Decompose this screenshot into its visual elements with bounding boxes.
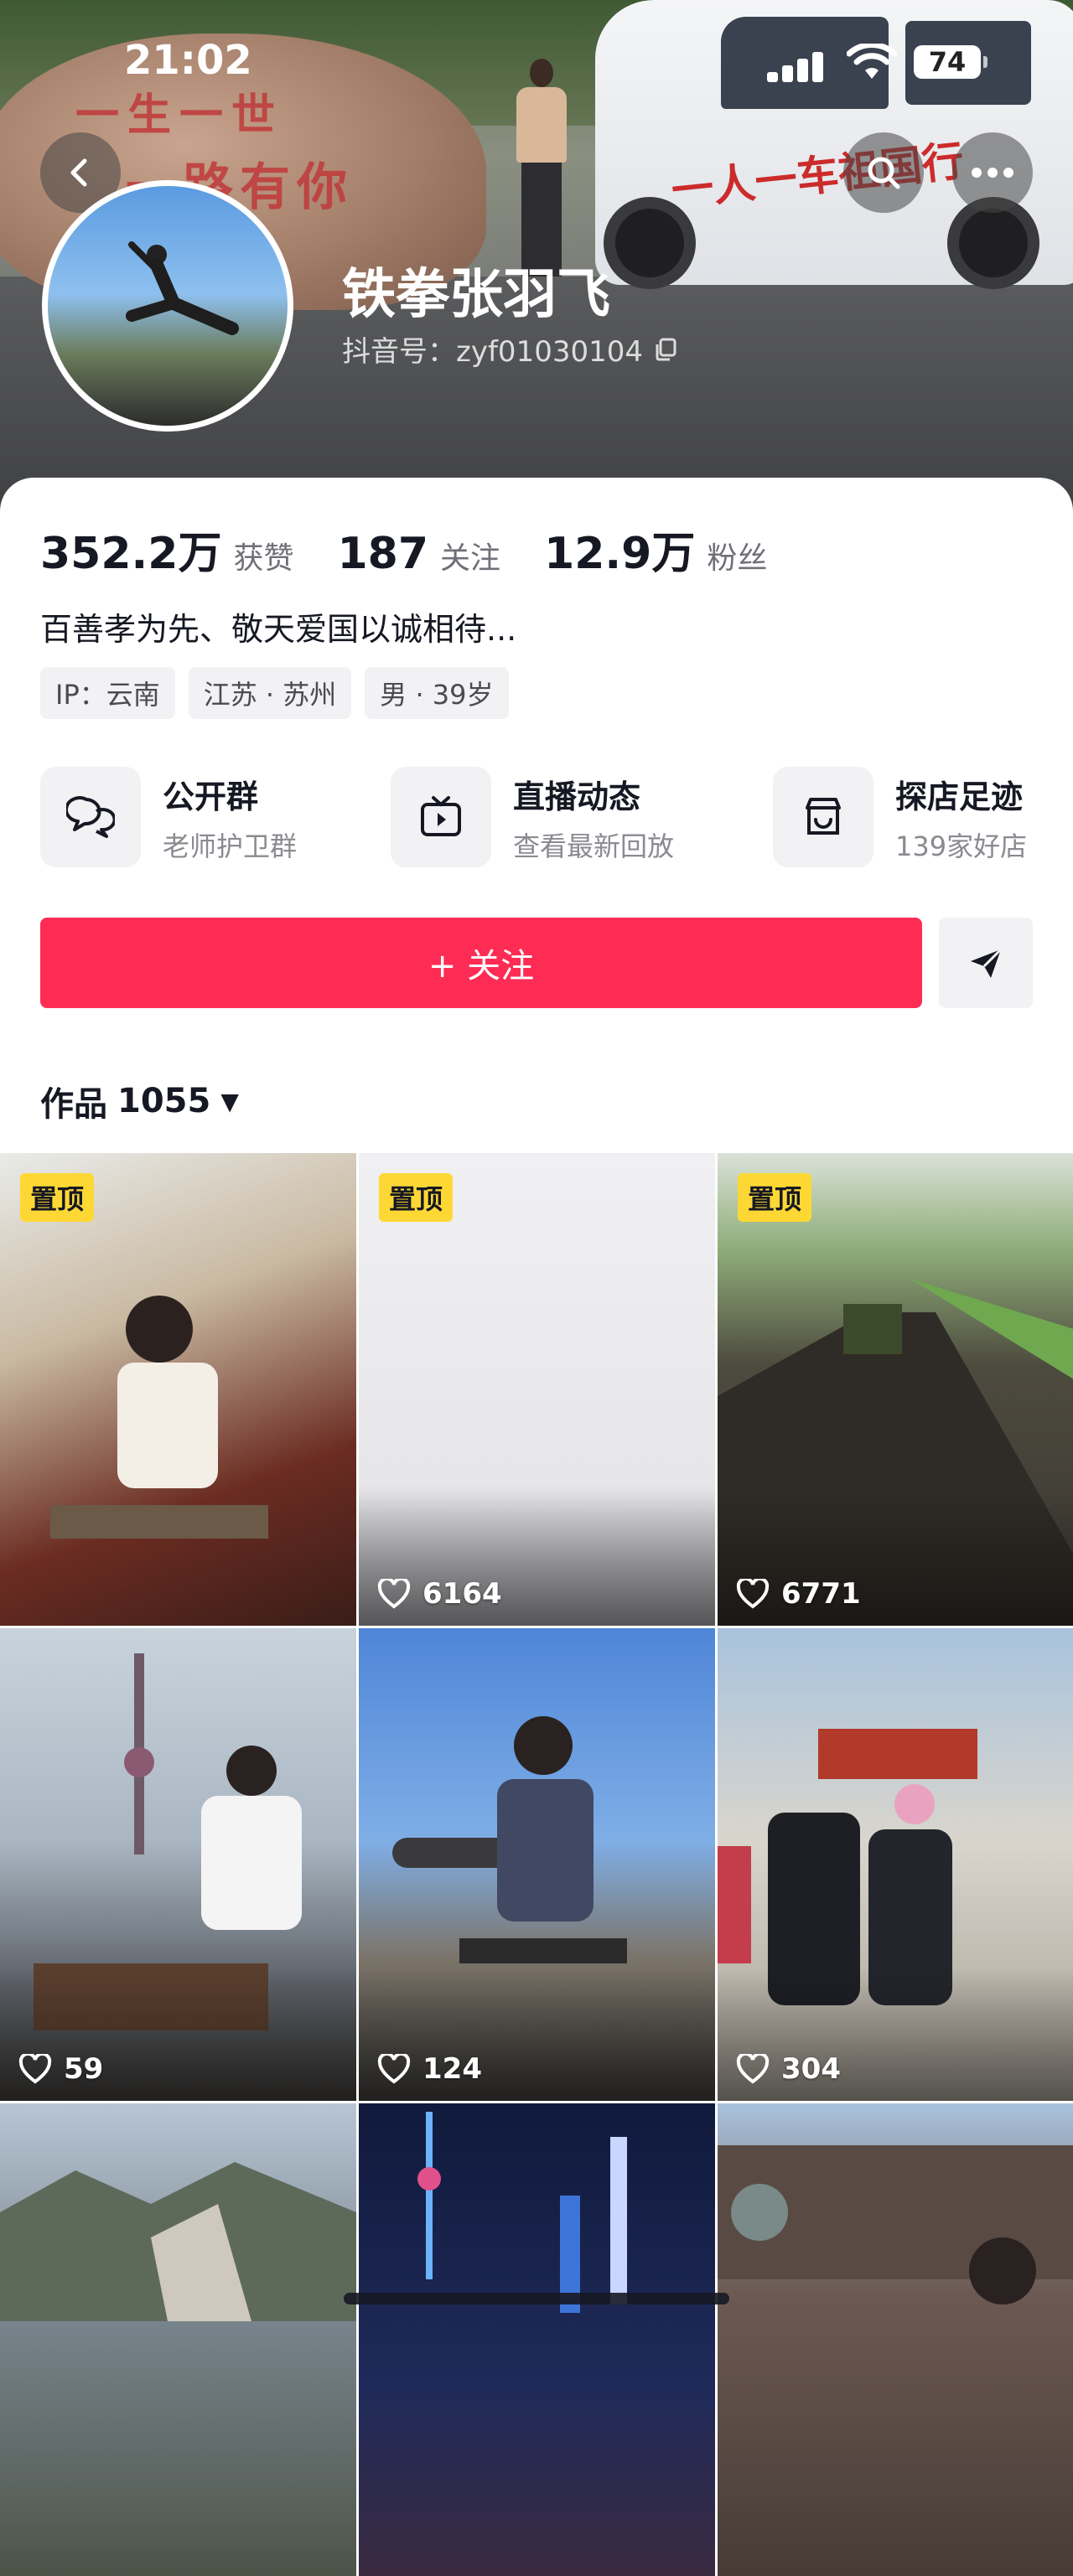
heart-icon xyxy=(736,1579,770,1609)
feature-title: 探店足迹 xyxy=(895,778,1024,815)
avatar-figure xyxy=(126,241,239,335)
feature-title: 公开群 xyxy=(163,778,259,815)
video-thumbnail[interactable]: 置顶 xyxy=(0,1153,356,1626)
video-thumbnail[interactable]: 124 xyxy=(359,1628,715,2101)
wifi-icon xyxy=(847,44,897,79)
follow-button[interactable]: + 关注 xyxy=(40,918,922,1008)
live-replay-icon xyxy=(391,767,491,867)
like-count: 59 xyxy=(18,2052,103,2086)
heart-icon xyxy=(377,1579,411,1609)
profile-card: 352.2万 获赞 187 关注 12.9万 粉丝 百善孝为先、敬天爱国以诚相待… xyxy=(0,478,1073,1148)
tag-gender-age: 男 · 39岁 xyxy=(365,667,509,719)
caret-down-icon: ▼ xyxy=(220,1087,239,1115)
status-time: 21:02 xyxy=(124,37,252,84)
signal-icon xyxy=(767,49,834,82)
feature-store-visits[interactable]: 探店足迹 139家好店 xyxy=(773,767,1027,867)
thumbnail-scene xyxy=(718,2145,1073,2304)
feature-subtitle: 老师护卫群 xyxy=(163,830,298,862)
profile-nickname: 铁拳张羽飞 xyxy=(342,264,610,326)
thumbnail-scene xyxy=(417,2112,627,2313)
stat-label: 粉丝 xyxy=(707,541,768,576)
feature-public-group[interactable]: 公开群 老师护卫群 xyxy=(40,767,297,867)
feature-title: 直播动态 xyxy=(513,778,641,815)
video-grid: 置顶 置顶 6164 置顶 6771 59 124 304 xyxy=(0,1153,1073,2576)
send-icon xyxy=(971,948,1003,978)
search-button[interactable] xyxy=(843,132,924,213)
copy-icon[interactable] xyxy=(653,337,678,362)
works-count: 1055 xyxy=(117,1082,211,1120)
video-thumbnail[interactable]: 置顶 6771 xyxy=(718,1153,1073,1626)
pinned-badge: 置顶 xyxy=(738,1173,812,1222)
works-tab-label: 作品 xyxy=(40,1085,107,1124)
battery-icon: 74 xyxy=(914,45,987,79)
stat-following[interactable]: 187 关注 xyxy=(338,529,501,579)
store-visit-icon xyxy=(773,767,873,867)
video-thumbnail[interactable]: 304 xyxy=(718,1628,1073,2101)
works-tab[interactable]: 作品 1055 ▼ xyxy=(40,1077,239,1125)
chevron-left-icon xyxy=(70,158,87,187)
heart-icon xyxy=(377,2054,411,2084)
like-count-text: 6164 xyxy=(422,1577,502,1611)
avatar[interactable] xyxy=(42,180,293,432)
more-button[interactable] xyxy=(952,132,1033,213)
like-count-text: 59 xyxy=(64,2052,104,2086)
profile-tags: IP：云南 江苏 · 苏州 男 · 39岁 xyxy=(40,667,509,719)
pinned-badge: 置顶 xyxy=(379,1173,454,1222)
heart-icon xyxy=(736,2054,770,2084)
home-indicator[interactable] xyxy=(344,2293,729,2304)
stat-followers[interactable]: 12.9万 粉丝 xyxy=(544,518,767,581)
like-count: 6771 xyxy=(736,1577,861,1611)
like-count-text: 304 xyxy=(781,2052,841,2086)
stat-label: 关注 xyxy=(440,541,501,576)
more-dots-icon xyxy=(972,168,1013,178)
profile-stats: 352.2万 获赞 187 关注 12.9万 粉丝 xyxy=(40,518,811,581)
douyin-id[interactable]: 抖音号：zyf01030104 xyxy=(342,328,678,370)
share-button[interactable] xyxy=(939,918,1033,1008)
search-icon xyxy=(868,157,900,189)
profile-bio[interactable]: 百善孝为先、敬天爱国以诚相待... xyxy=(40,603,516,649)
stat-value: 352.2万 xyxy=(40,529,222,579)
group-chat-icon xyxy=(40,767,141,867)
like-count: 304 xyxy=(736,2052,841,2086)
stat-value: 187 xyxy=(337,529,429,579)
stat-label: 获赞 xyxy=(233,541,294,576)
feature-entries: 公开群 老师护卫群 直播动态 查看最新回放 探店足迹 139家好店 xyxy=(40,767,1073,876)
feature-live-updates[interactable]: 直播动态 查看最新回放 xyxy=(391,767,674,867)
status-bar: 21:02 74 xyxy=(0,0,1073,126)
video-thumbnail[interactable] xyxy=(0,2103,356,2576)
like-count-text: 124 xyxy=(422,2052,482,2086)
video-thumbnail[interactable] xyxy=(718,2103,1073,2576)
douyin-id-text: 抖音号：zyf01030104 xyxy=(342,335,643,369)
thumbnail-scene xyxy=(0,2162,356,2321)
like-count: 6164 xyxy=(377,1577,502,1611)
heart-icon xyxy=(18,2054,52,2084)
feature-subtitle: 139家好店 xyxy=(895,830,1028,862)
like-count-text: 6771 xyxy=(781,1577,861,1611)
video-thumbnail[interactable]: 置顶 6164 xyxy=(359,1153,715,1626)
stat-likes[interactable]: 352.2万 获赞 xyxy=(40,518,294,581)
feature-subtitle: 查看最新回放 xyxy=(513,830,675,862)
tag-city: 江苏 · 苏州 xyxy=(188,667,352,719)
tag-ip-location: IP：云南 xyxy=(40,667,175,719)
like-count: 124 xyxy=(377,2052,482,2086)
stat-value: 12.9万 xyxy=(544,529,696,579)
thumbnail-scene xyxy=(50,1296,268,1539)
video-thumbnail[interactable] xyxy=(359,2103,715,2576)
video-thumbnail[interactable]: 59 xyxy=(0,1628,356,2101)
pinned-badge: 置顶 xyxy=(20,1173,95,1222)
